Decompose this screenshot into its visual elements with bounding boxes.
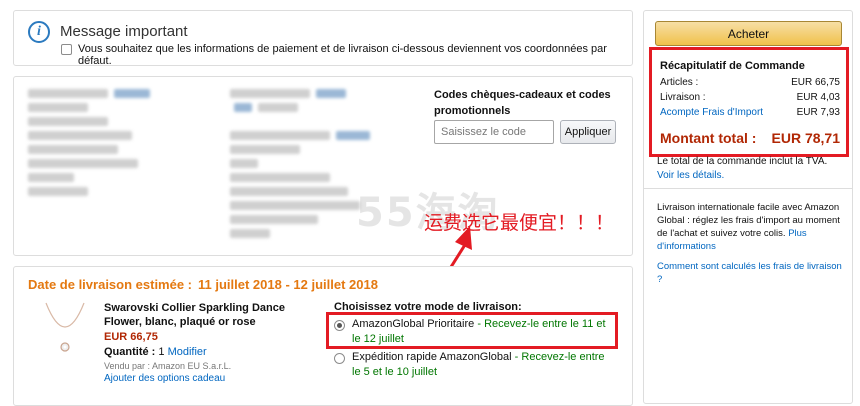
- necklace-product-image[interactable]: [30, 301, 100, 367]
- order-summary-box: Récapitulatif de Commande Articles : EUR…: [649, 47, 849, 157]
- intl-shipping-info: Livraison internationale facile avec Ama…: [657, 201, 847, 253]
- delivery-panel: Date de livraison estimée : 11 juillet 20…: [13, 266, 633, 406]
- intl-shipping-text: Livraison internationale facile avec Ama…: [657, 202, 840, 239]
- summary-row-import-fees: Acompte Frais d'Import EUR 7,93: [660, 107, 840, 118]
- info-icon: i: [28, 21, 50, 43]
- import-fees-link[interactable]: Acompte Frais d'Import: [660, 107, 763, 118]
- divider: [644, 188, 852, 189]
- summary-row-items: Articles : EUR 66,75: [660, 77, 840, 88]
- delivery-date-label: Date de livraison estimée :: [28, 277, 193, 292]
- summary-row-label: Articles :: [660, 77, 699, 88]
- seller-info: Vendu par : Amazon EU S.a.r.L.: [104, 361, 232, 371]
- important-message-panel: i Message important Vous souhaitez que l…: [13, 10, 633, 67]
- annotation-text: 运费选它最便宜！！！: [424, 212, 615, 234]
- gift-code-input[interactable]: [434, 120, 554, 144]
- order-summary-column: Acheter Récapitulatif de Commande Articl…: [643, 10, 853, 404]
- shipping-calc-link[interactable]: Comment sont calculés les frais de livra…: [657, 260, 847, 286]
- message-title: Message important: [60, 23, 188, 40]
- gift-codes-title: Codes chèques-cadeaux et codes promotion…: [434, 89, 611, 117]
- quantity-value: 1: [158, 346, 165, 358]
- order-total: Montant total : EUR 78,71: [660, 130, 840, 146]
- tva-note: Le total de la commande inclut la TVA. V…: [657, 155, 847, 183]
- selected-option-highlight: [326, 312, 618, 349]
- tva-details-link[interactable]: Voir les détails.: [657, 169, 847, 183]
- summary-row-shipping: Livraison : EUR 4,03: [660, 92, 840, 103]
- product-price: EUR 66,75: [104, 331, 158, 343]
- summary-row-value: EUR 4,03: [796, 92, 840, 103]
- shipping-option-express[interactable]: Expédition rapide AmazonGlobal - Recevez…: [352, 350, 614, 380]
- summary-row-label: Livraison :: [660, 92, 706, 103]
- product-title[interactable]: Swarovski Collier Sparkling Dance Flower…: [104, 301, 319, 329]
- default-address-checkbox-label[interactable]: Vous souhaitez que les informations de p…: [78, 43, 632, 67]
- modify-quantity-link[interactable]: Modifier: [168, 346, 207, 358]
- shipping-option-express-radio[interactable]: [334, 353, 345, 364]
- quantity-row: Quantité : 1 Modifier: [104, 346, 207, 358]
- order-summary-title: Récapitulatif de Commande: [660, 60, 805, 72]
- default-address-checkbox[interactable]: [61, 44, 72, 55]
- order-total-value: EUR 78,71: [771, 130, 840, 146]
- shipping-option-sep: -: [511, 351, 522, 363]
- buy-button[interactable]: Acheter: [655, 21, 842, 46]
- gift-options-link[interactable]: Ajouter des options cadeau: [104, 373, 225, 384]
- delivery-date-heading: Date de livraison estimée : 11 juillet 20…: [28, 277, 384, 292]
- summary-row-value: EUR 7,93: [796, 107, 840, 118]
- quantity-label: Quantité :: [104, 346, 156, 358]
- apply-code-button[interactable]: Appliquer: [560, 120, 616, 144]
- shipping-option-name: Expédition rapide AmazonGlobal: [352, 351, 512, 363]
- tva-text: Le total de la commande inclut la TVA.: [657, 156, 828, 167]
- delivery-date-range: 11 juillet 2018 - 12 juillet 2018: [198, 277, 378, 292]
- order-total-label: Montant total :: [660, 130, 757, 146]
- summary-row-value: EUR 66,75: [791, 77, 840, 88]
